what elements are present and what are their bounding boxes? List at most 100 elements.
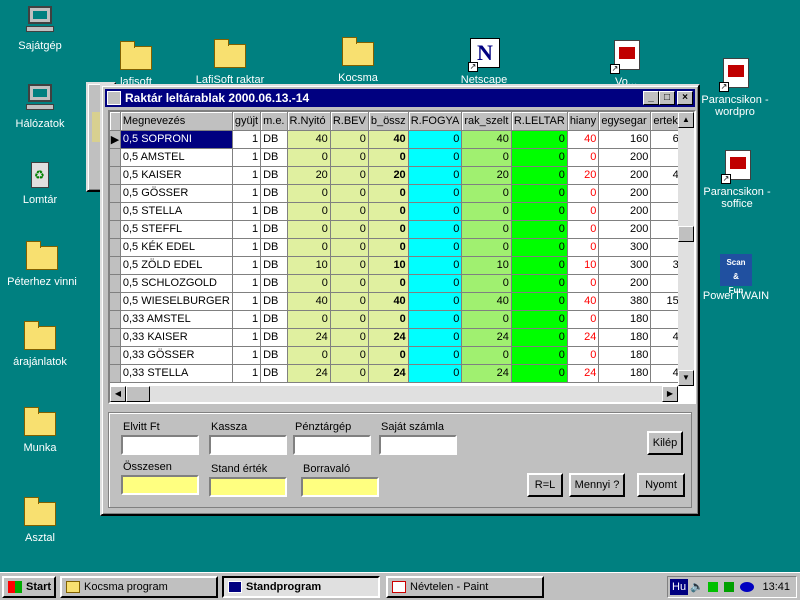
table-cell[interactable]: 24 <box>368 364 409 383</box>
borravalo-field[interactable] <box>301 477 379 497</box>
taskbar-item-paint[interactable]: Névtelen - Paint <box>386 576 544 598</box>
table-cell[interactable]: 40 <box>461 130 512 149</box>
table-cell[interactable]: 1 <box>232 274 262 293</box>
table-cell[interactable]: 1 <box>232 364 262 383</box>
table-cell[interactable]: 200 <box>598 202 652 221</box>
table-cell[interactable]: 40 <box>567 130 600 149</box>
table-cell[interactable]: 0 <box>408 328 463 347</box>
stand-ertek-field[interactable] <box>209 477 287 497</box>
table-cell[interactable]: 0 <box>511 328 568 347</box>
vertical-scrollbar[interactable]: ▲ ▼ <box>678 112 694 386</box>
table-row[interactable]: 0,33 GÖSSER 1 DB 0 0 0 0 0 0 0 180 <box>110 346 694 365</box>
table-cell[interactable]: 0 <box>511 292 568 311</box>
table-cell[interactable]: 0,5 WIESELBURGER <box>120 292 233 311</box>
table-cell[interactable]: 0,5 KÉK EDEL <box>120 238 233 257</box>
desktop-icon-lomtar[interactable]: Lomtár <box>0 158 80 206</box>
vertical-scroll-thumb[interactable] <box>678 226 694 242</box>
table-cell[interactable]: 0,5 KAISER <box>120 166 233 185</box>
desktop-icon-arajanlatok[interactable]: árajánlatok <box>0 320 80 368</box>
table-cell[interactable]: 0 <box>330 274 369 293</box>
scroll-down-button[interactable]: ▼ <box>678 370 694 386</box>
table-cell[interactable]: 0 <box>408 274 463 293</box>
table-cell[interactable]: 1 <box>232 130 262 149</box>
table-cell[interactable]: 24 <box>461 328 512 347</box>
table-cell[interactable]: 0 <box>287 148 331 167</box>
eye-tray-icon[interactable] <box>740 582 754 592</box>
table-cell[interactable]: 0 <box>368 184 409 203</box>
table-cell[interactable]: 0 <box>408 184 463 203</box>
table-cell[interactable]: 0,33 STELLA <box>120 364 233 383</box>
r-equals-l-button[interactable]: R=L <box>527 473 563 497</box>
table-cell[interactable]: 160 <box>598 130 652 149</box>
table-cell[interactable]: 24 <box>461 364 512 383</box>
table-cell[interactable]: 40 <box>567 292 600 311</box>
column-header[interactable]: b_össz <box>368 112 409 131</box>
column-header[interactable]: egysegar <box>598 112 652 131</box>
table-cell[interactable]: 0,33 AMSTEL <box>120 310 233 329</box>
table-cell[interactable]: DB <box>260 346 288 365</box>
volume-icon[interactable]: 🔈 <box>690 577 704 597</box>
close-button[interactable]: × <box>677 91 693 105</box>
table-cell[interactable]: 0 <box>567 238 600 257</box>
table-cell[interactable]: 40 <box>461 292 512 311</box>
table-cell[interactable]: 0 <box>567 274 600 293</box>
table-cell[interactable]: 0 <box>461 238 512 257</box>
table-cell[interactable]: 200 <box>598 148 652 167</box>
column-header[interactable]: R.Nyitó <box>287 112 331 131</box>
table-cell[interactable]: DB <box>260 256 288 275</box>
table-cell[interactable]: 0 <box>287 310 331 329</box>
table-row[interactable]: 0,33 KAISER1DB24024024024180432 <box>110 328 694 347</box>
network-tray-icon[interactable] <box>708 582 718 592</box>
table-cell[interactable]: 1 <box>232 202 262 221</box>
table-cell[interactable]: 24 <box>287 364 331 383</box>
table-cell[interactable]: 40 <box>368 130 409 149</box>
table-cell[interactable]: 0 <box>511 166 568 185</box>
table-cell[interactable]: 0 <box>461 202 512 221</box>
table-cell[interactable]: 0 <box>461 346 512 365</box>
nyomt-button[interactable]: Nyomt <box>637 473 685 497</box>
table-cell[interactable]: 1 <box>232 184 262 203</box>
table-cell[interactable]: 1 <box>232 166 262 185</box>
desktop-icon-lafisoft-raktar[interactable]: LafiSoft raktar <box>190 38 270 86</box>
table-row[interactable]: 0,5 KÉK EDEL 1 DB 0 0 0 0 0 0 0 300 <box>110 238 694 257</box>
row-indicator[interactable] <box>110 220 121 239</box>
sajat-szamla-field[interactable] <box>379 435 457 455</box>
row-indicator[interactable] <box>110 328 121 347</box>
table-cell[interactable]: 0 <box>330 202 369 221</box>
table-cell[interactable]: 24 <box>368 328 409 347</box>
table-cell[interactable]: 0 <box>330 220 369 239</box>
table-cell[interactable]: DB <box>260 202 288 221</box>
kilep-button[interactable]: Kilép <box>647 431 683 455</box>
table-cell[interactable]: DB <box>260 328 288 347</box>
row-indicator[interactable] <box>110 202 121 221</box>
column-header[interactable]: m.e. <box>260 112 288 131</box>
table-cell[interactable]: 0 <box>368 148 409 167</box>
table-cell[interactable]: 1 <box>232 148 262 167</box>
osszesen-field[interactable] <box>121 475 199 495</box>
desktop-icon-soffice[interactable]: ↗ Parancsikon - soffice <box>692 150 782 210</box>
table-cell[interactable]: 0 <box>330 328 369 347</box>
table-cell[interactable]: 200 <box>598 274 652 293</box>
table-row[interactable]: 0,33 AMSTEL 1 DB 0 0 0 0 0 0 0 180 <box>110 310 694 329</box>
table-row[interactable]: 0,5 ZÖLD EDEL1DB10010010010300300 <box>110 256 694 275</box>
table-cell[interactable]: 0 <box>511 238 568 257</box>
table-row[interactable]: 0,5 KAISER1DB20020020020200400 <box>110 166 694 185</box>
maximize-button[interactable]: □ <box>659 91 675 105</box>
table-cell[interactable]: 1 <box>232 346 262 365</box>
table-cell[interactable]: 20 <box>368 166 409 185</box>
column-header[interactable]: gyüjt <box>232 112 262 131</box>
table-cell[interactable]: 0,5 AMSTEL <box>120 148 233 167</box>
current-row-indicator-icon[interactable]: ▶ <box>110 130 121 149</box>
table-cell[interactable]: 1 <box>232 238 262 257</box>
table-cell[interactable]: 0 <box>408 238 463 257</box>
table-cell[interactable]: 200 <box>598 220 652 239</box>
table-cell[interactable]: 1 <box>232 310 262 329</box>
table-cell[interactable]: 0 <box>408 202 463 221</box>
scroll-left-button[interactable]: ◀ <box>110 386 126 402</box>
kassza-field[interactable] <box>209 435 287 455</box>
table-row[interactable]: ▶0,5 SOPRONI1DB40040040040160640 <box>110 130 694 149</box>
table-cell[interactable]: 0 <box>567 310 600 329</box>
horizontal-scrollbar[interactable]: ◀ ▶ <box>110 386 678 402</box>
table-row[interactable]: 0,5 SCHLOZGOLD 1 DB 0 0 0 0 0 0 0 200 <box>110 274 694 293</box>
penztargep-field[interactable] <box>293 435 371 455</box>
